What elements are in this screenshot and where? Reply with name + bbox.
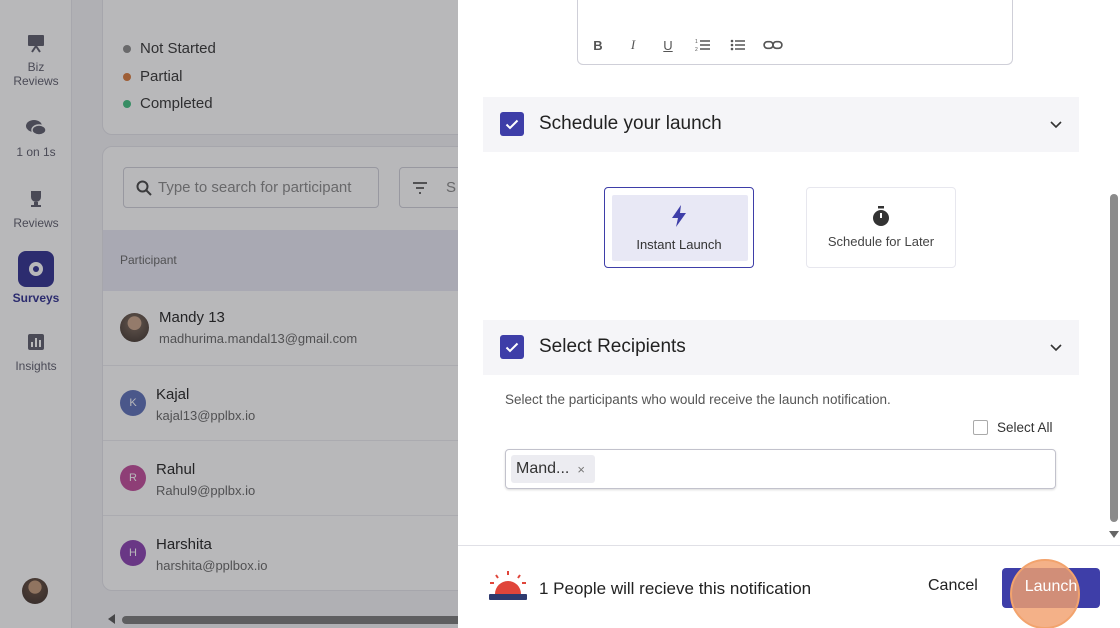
chevron-down-icon[interactable] (1049, 340, 1063, 354)
scroll-down-arrow-icon[interactable] (1109, 531, 1119, 538)
italic-icon[interactable]: I (623, 37, 643, 52)
launch-survey-panel: B I U 12 Schedule your launch Instant La… (458, 0, 1120, 628)
schedule-section-header[interactable]: Schedule your launch (483, 97, 1079, 152)
select-all-checkbox[interactable]: Select All (973, 420, 1053, 435)
schedule-checkbox[interactable] (500, 112, 524, 136)
schedule-title: Schedule your launch (539, 113, 722, 134)
recipient-chip[interactable]: Mand... × (511, 455, 595, 483)
instant-launch-label: Instant Launch (636, 237, 722, 252)
recipients-description: Select the participants who would receiv… (505, 392, 891, 407)
lightning-icon (605, 204, 753, 228)
stopwatch-icon (807, 205, 955, 227)
recipients-section-header[interactable]: Select Recipients (483, 320, 1079, 375)
link-icon[interactable] (763, 38, 783, 52)
cancel-button[interactable]: Cancel (928, 577, 978, 595)
schedule-later-label: Schedule for Later (827, 234, 935, 249)
chevron-down-icon[interactable] (1049, 117, 1063, 131)
instant-launch-option[interactable]: Instant Launch (604, 187, 754, 268)
panel-footer: 1 People will recieve this notification … (458, 545, 1120, 628)
select-all-label: Select All (997, 420, 1053, 435)
svg-text:2: 2 (695, 47, 698, 52)
chip-label: Mand... (516, 460, 570, 477)
checkmark-icon (505, 342, 519, 352)
underline-icon[interactable]: U (658, 38, 678, 53)
checkmark-icon (505, 119, 519, 129)
checkbox-box[interactable] (973, 420, 988, 435)
recipients-input[interactable]: Mand... × (505, 449, 1056, 489)
ordered-list-icon[interactable]: 12 (693, 38, 713, 52)
modal-backdrop[interactable] (0, 0, 458, 628)
bold-icon[interactable]: B (588, 38, 608, 53)
rich-text-editor[interactable]: B I U 12 (577, 0, 1013, 65)
bullet-list-icon[interactable] (728, 38, 748, 52)
svg-text:1: 1 (695, 39, 698, 45)
siren-icon (489, 571, 527, 600)
launch-button[interactable] (1002, 568, 1100, 608)
close-icon[interactable]: × (577, 462, 585, 477)
notification-count-text: 1 People will recieve this notification (539, 579, 812, 598)
vertical-scrollbar[interactable] (1108, 0, 1120, 545)
scrollbar-thumb[interactable] (1110, 194, 1118, 522)
recipients-title: Select Recipients (539, 336, 686, 357)
recipients-checkbox[interactable] (500, 335, 524, 359)
schedule-later-option[interactable]: Schedule for Later (806, 187, 956, 268)
